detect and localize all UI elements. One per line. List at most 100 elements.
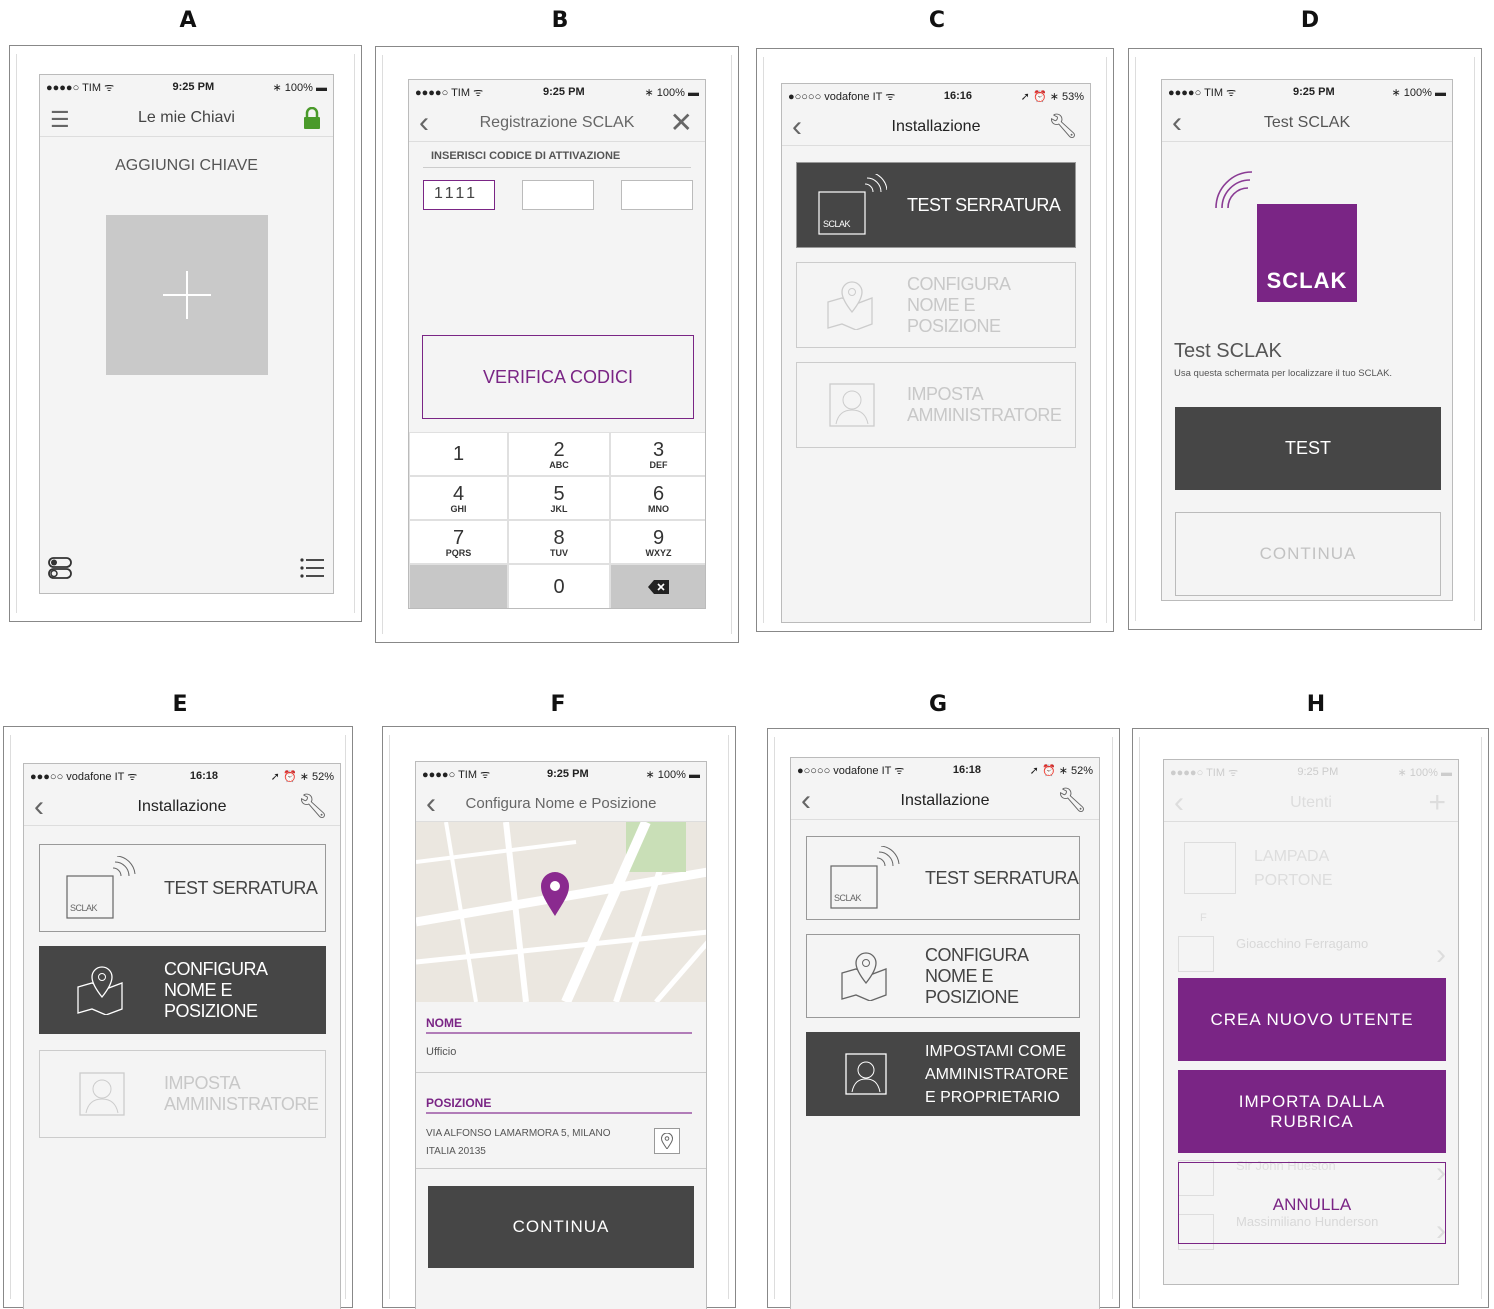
nav-bar: ☰ Le mie Chiavi bbox=[40, 99, 333, 137]
configure-name-option[interactable]: CONFIGURA NOME E POSIZIONE bbox=[796, 262, 1076, 348]
key-5[interactable]: 5 JKL bbox=[508, 476, 610, 520]
svg-text:SCLAK: SCLAK bbox=[823, 219, 851, 229]
key-9[interactable]: 9 WXYZ bbox=[610, 520, 705, 564]
wrench-icon[interactable]: 🔧︎ bbox=[1057, 788, 1087, 813]
lamp-label-1: LAMPADA bbox=[1254, 848, 1330, 865]
import-contacts-button[interactable]: IMPORTA DALLA RUBRICA bbox=[1178, 1070, 1446, 1153]
back-icon[interactable]: ‹ bbox=[419, 107, 429, 138]
back-icon[interactable]: ‹ bbox=[801, 785, 811, 816]
label-c: C bbox=[928, 8, 946, 33]
label-h: H bbox=[1306, 692, 1326, 717]
status-bar: ●○○○○ vodafone IT ᯤ 16:16 ➚ ⏰ ∗ 53% bbox=[788, 90, 1084, 103]
map-view[interactable] bbox=[416, 822, 706, 1002]
screen-a: ●●●●○ TIM ᯤ 9:25 PM ∗ 100% ▬ ☰ Le mie Ch… bbox=[39, 74, 334, 594]
label-a: A bbox=[179, 8, 197, 33]
screen-b: ●●●●○ TIM ᯤ 9:25 PM ∗ 100% ▬ ‹ Registraz… bbox=[408, 79, 706, 609]
toggle-settings-icon[interactable] bbox=[48, 556, 72, 585]
phone-frame-c: ●○○○○ vodafone IT ᯤ 16:16 ➚ ⏰ ∗ 53% ‹ In… bbox=[756, 48, 1114, 632]
status-bar: ●●●●○ TIM ᯤ 9:25 PM ∗ 100% ▬ bbox=[422, 768, 700, 781]
key-blank bbox=[409, 564, 508, 608]
page-title: Configura Nome e Posizione bbox=[465, 795, 657, 812]
phone-frame-h: ●●●●○ TIM ᯤ 9:25 PM ∗ 100% ▬ ‹ Utenti + … bbox=[1132, 728, 1489, 1308]
page-title: Utenti bbox=[1290, 793, 1332, 811]
user-avatar bbox=[1178, 936, 1214, 972]
back-icon[interactable]: ‹ bbox=[426, 788, 436, 819]
screen-g: ●○○○○ vodafone IT ᯤ 16:18 ➚ ⏰ ∗ 52% ‹ In… bbox=[790, 757, 1100, 1309]
sclak-logo: SCLAK bbox=[1257, 204, 1357, 302]
key-2[interactable]: 2 ABC bbox=[508, 432, 610, 476]
label-b: B bbox=[551, 8, 569, 33]
configure-name-option[interactable]: CONFIGURA NOME E POSIZIONE bbox=[806, 934, 1080, 1018]
back-icon[interactable]: ‹ bbox=[1174, 787, 1184, 818]
cancel-button[interactable]: ANNULLA bbox=[1178, 1162, 1446, 1244]
test-heading: Test SCLAK bbox=[1174, 340, 1282, 362]
code-field-2[interactable] bbox=[522, 180, 594, 210]
verify-codes-button[interactable]: VERIFICA CODICI bbox=[422, 335, 694, 419]
back-icon[interactable]: ‹ bbox=[34, 791, 44, 822]
nav-bar: ‹ Installazione 🔧︎ bbox=[24, 788, 340, 826]
status-bar: ●●●○○ vodafone IT ᯤ 16:18 ➚ ⏰ ∗ 52% bbox=[30, 770, 334, 783]
page-title: Le mie Chiavi bbox=[138, 108, 235, 126]
list-icon[interactable] bbox=[299, 556, 325, 585]
configure-name-option[interactable]: CONFIGURA NOME E POSIZIONE bbox=[39, 946, 326, 1034]
continue-button[interactable]: CONTINUA bbox=[428, 1186, 694, 1268]
nav-bar: ‹ Test SCLAK bbox=[1162, 104, 1452, 142]
phone-frame-f: ●●●●○ TIM ᯤ 9:25 PM ∗ 100% ▬ ‹ Configura… bbox=[382, 726, 736, 1309]
code-field-1[interactable]: 1111 bbox=[423, 180, 495, 210]
locate-button[interactable] bbox=[654, 1128, 680, 1154]
screen-c: ●○○○○ vodafone IT ᯤ 16:16 ➚ ⏰ ∗ 53% ‹ In… bbox=[781, 83, 1091, 623]
hamburger-menu-icon[interactable]: ☰ bbox=[50, 105, 70, 135]
set-me-admin-option[interactable]: IMPOSTAMI COME AMMINISTRATORE E PROPRIET… bbox=[806, 1032, 1080, 1116]
test-lock-option[interactable]: SCLAK TEST SERRATURA bbox=[39, 844, 326, 932]
test-lock-option[interactable]: SCLAK TEST SERRATURA bbox=[796, 162, 1076, 248]
activation-code-label: INSERISCI CODICE DI ATTIVAZIONE bbox=[431, 150, 621, 162]
user-portrait-icon bbox=[807, 1033, 925, 1115]
user-portrait-icon bbox=[797, 363, 907, 447]
phone-frame-e: ●●●○○ vodafone IT ᯤ 16:18 ➚ ⏰ ∗ 52% ‹ In… bbox=[3, 726, 353, 1309]
location-pin-icon[interactable] bbox=[540, 872, 570, 921]
phone-frame-g: ●○○○○ vodafone IT ᯤ 16:18 ➚ ⏰ ∗ 52% ‹ In… bbox=[767, 728, 1120, 1309]
key-8[interactable]: 8 TUV bbox=[508, 520, 610, 564]
numeric-keypad: 1 2 ABC 3 DEF 4 GHI 5 JKL 6 MNO 7 PQRS 8 TUV 9W… bbox=[409, 432, 705, 608]
test-lock-option[interactable]: SCLAK TEST SERRATURA bbox=[806, 836, 1080, 920]
add-key-button[interactable] bbox=[106, 215, 268, 375]
wrench-icon[interactable]: 🔧︎ bbox=[298, 794, 328, 819]
map-pin-icon bbox=[661, 1133, 673, 1149]
user-row[interactable]: Gioacchino Ferragamo › bbox=[1164, 932, 1458, 982]
key-6[interactable]: 6 MNO bbox=[610, 476, 705, 520]
continue-button[interactable]: CONTINUA bbox=[1175, 512, 1441, 596]
position-label: POSIZIONE bbox=[426, 1096, 492, 1110]
svg-text:SCLAK: SCLAK bbox=[70, 903, 98, 913]
lock-icon[interactable] bbox=[303, 106, 321, 134]
section-letter: F bbox=[1200, 912, 1207, 924]
key-7[interactable]: 7 PQRS bbox=[409, 520, 508, 564]
position-line-1: VIA ALFONSO LAMARMORA 5, MILANO bbox=[426, 1128, 611, 1139]
user-name: Gioacchino Ferragamo bbox=[1236, 936, 1369, 951]
add-icon[interactable]: + bbox=[1428, 787, 1446, 817]
test-button[interactable]: TEST bbox=[1175, 407, 1441, 490]
svg-text:SCLAK: SCLAK bbox=[834, 893, 862, 903]
key-3[interactable]: 3 DEF bbox=[610, 432, 705, 476]
key-1[interactable]: 1 bbox=[409, 432, 508, 476]
divider bbox=[423, 167, 691, 168]
page-title: Test SCLAK bbox=[1263, 113, 1351, 131]
back-icon[interactable]: ‹ bbox=[792, 111, 802, 142]
create-user-button[interactable]: CREA NUOVO UTENTE bbox=[1178, 978, 1446, 1061]
back-icon[interactable]: ‹ bbox=[1172, 107, 1182, 138]
add-key-heading: AGGIUNGI CHIAVE bbox=[115, 157, 258, 174]
close-icon[interactable]: ✕ bbox=[670, 108, 693, 136]
key-0[interactable]: 0 bbox=[508, 564, 610, 608]
phone-frame-d: ●●●●○ TIM ᯤ 9:25 PM ∗ 100% ▬ ‹ Test SCLA… bbox=[1128, 48, 1482, 630]
screen-e: ●●●○○ vodafone IT ᯤ 16:18 ➚ ⏰ ∗ 52% ‹ In… bbox=[23, 763, 341, 1309]
code-field-3[interactable] bbox=[621, 180, 693, 210]
set-admin-option[interactable]: IMPOSTA AMMINISTRATORE bbox=[796, 362, 1076, 448]
name-input[interactable]: Ufficio bbox=[426, 1046, 456, 1058]
wrench-icon[interactable]: 🔧︎ bbox=[1048, 114, 1078, 139]
divider bbox=[426, 1112, 692, 1114]
nav-bar: ‹ Installazione 🔧︎ bbox=[782, 108, 1090, 146]
backspace-key[interactable] bbox=[610, 564, 705, 608]
set-admin-option[interactable]: IMPOSTA AMMINISTRATORE bbox=[39, 1050, 326, 1138]
name-label: NOME bbox=[426, 1016, 462, 1030]
key-4[interactable]: 4 GHI bbox=[409, 476, 508, 520]
label-f: F bbox=[550, 692, 566, 717]
